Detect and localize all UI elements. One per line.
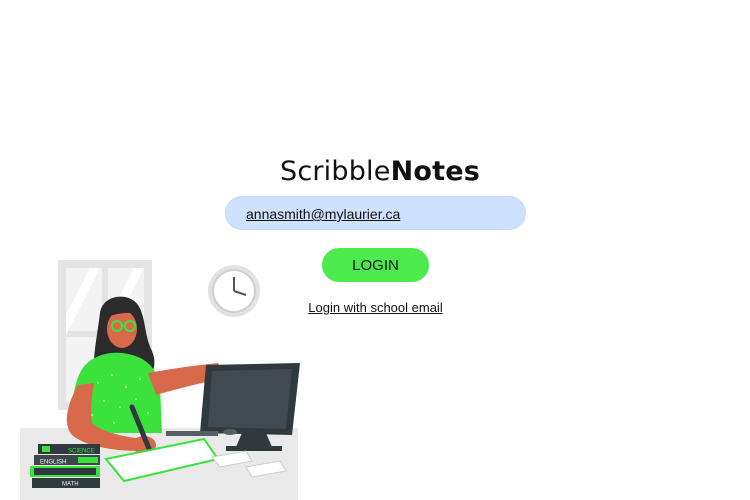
mouse-icon <box>223 429 237 435</box>
book-label-math: MATH <box>62 482 79 488</box>
login-page: ScribbleNotes LOGIN Login with school em… <box>0 0 750 500</box>
book-stack-graphic: SCIENCE ENGLISH MATH <box>30 444 100 488</box>
student-at-desk-illustration: SCIENCE ENGLISH MATH <box>20 260 300 500</box>
email-input[interactable] <box>246 204 496 224</box>
email-field-container <box>225 196 526 230</box>
book-label-science: SCIENCE <box>68 449 95 455</box>
keyboard-graphic <box>166 431 218 436</box>
app-logo-title: ScribbleNotes <box>0 156 750 187</box>
book-label-english: ENGLISH <box>40 460 66 466</box>
login-button[interactable]: LOGIN <box>322 248 429 282</box>
brand-name-bold: Notes <box>390 156 480 187</box>
brand-name-regular: Scribble <box>279 156 391 187</box>
school-email-link-label[interactable]: Login with school email <box>308 300 442 315</box>
wall-clock-icon <box>208 265 260 317</box>
